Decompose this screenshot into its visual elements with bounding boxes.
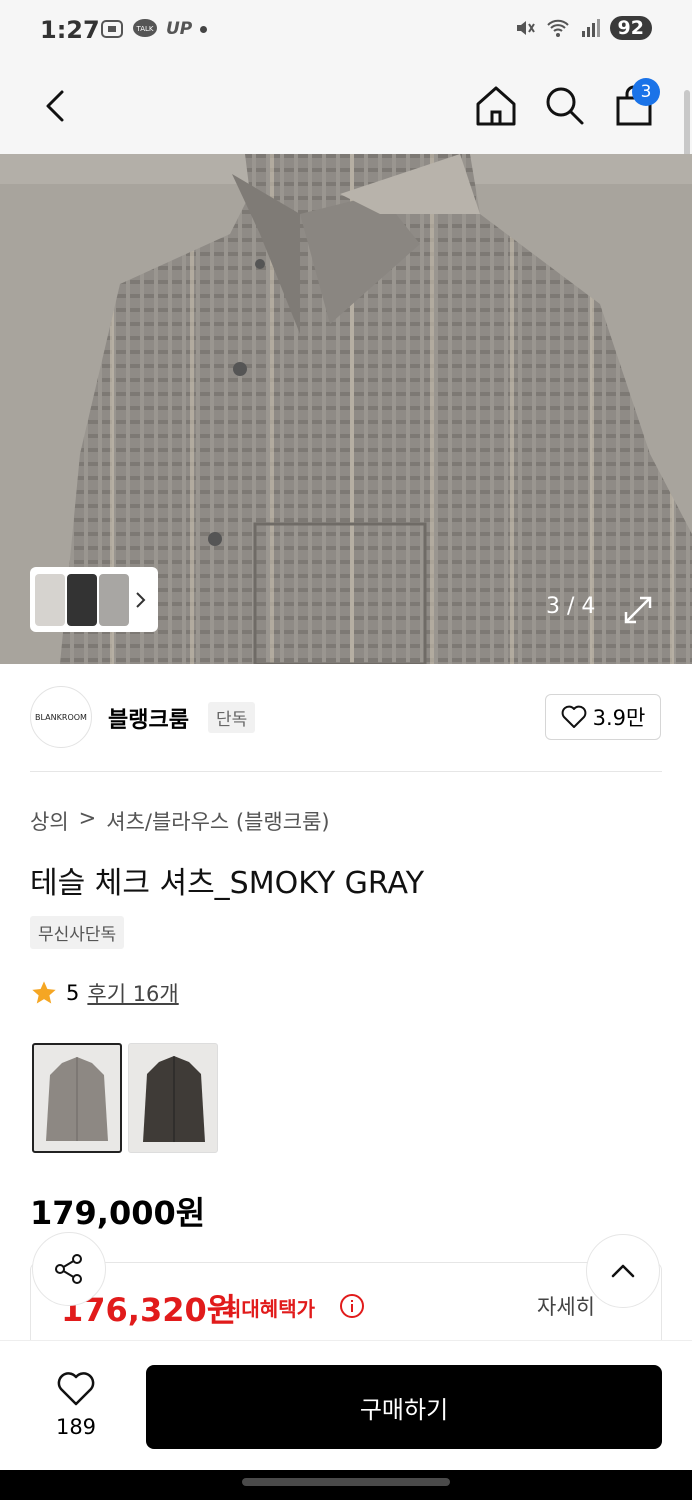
star-icon (32, 981, 56, 1004)
heart-outline-icon (561, 705, 587, 728)
gallery-counter: 3 / 4 (546, 594, 596, 619)
breadcrumb-level-1[interactable]: 상의 (30, 806, 69, 836)
status-time: 1:27 (40, 16, 100, 44)
variant-smoky-gray-image (46, 1057, 108, 1141)
system-nav-bar (0, 1470, 692, 1500)
signal-icon (581, 19, 600, 37)
gallery-thumb-1[interactable] (35, 573, 65, 626)
cart-count-badge: 3 (632, 78, 660, 106)
scroll-to-top-button[interactable] (586, 1234, 660, 1308)
battery-level: 92 (609, 16, 652, 40)
product-title: 테슬 체크 셔츠_SMOKY GRAY (30, 866, 425, 901)
share-button[interactable] (32, 1232, 106, 1306)
max-benefit-box[interactable]: 176,320원 최대혜택가 자세히 (30, 1262, 662, 1352)
breadcrumb-separator: > (78, 806, 97, 830)
brand-exclusive-tag: 단독 (208, 702, 256, 733)
brand-name[interactable]: 블랭크룸 (108, 702, 189, 734)
home-gesture-pill[interactable] (242, 1478, 450, 1486)
search-icon (546, 87, 584, 125)
fullscreen-button[interactable] (620, 592, 656, 628)
brand-row: BLANKROOM 블랭크룸 단독 3.9만 (30, 686, 662, 748)
status-right-icons: 92 (514, 16, 652, 40)
exclusive-badge: 무신사단독 (30, 916, 125, 949)
chevron-right-icon (136, 591, 146, 608)
notification-dot (200, 25, 208, 33)
home-button[interactable] (472, 82, 520, 130)
brand-like-count: 3.9만 (592, 706, 646, 730)
variant-smoky-gray[interactable] (32, 1043, 122, 1153)
talk-label: TALK (135, 25, 153, 33)
brand-logo-text: BLANKROOM (35, 712, 87, 722)
talk-icon: TALK (133, 19, 157, 37)
wishlist-count: 189 (55, 1415, 97, 1439)
section-divider (30, 771, 662, 772)
back-button[interactable] (36, 84, 76, 128)
max-benefit-label: 최대혜택가 (223, 1297, 315, 1321)
product-image-gallery[interactable]: 3 / 4 (0, 154, 692, 664)
screenshot-icon (101, 20, 123, 38)
gallery-thumb-2[interactable] (67, 573, 97, 626)
variant-charcoal-image (143, 1056, 205, 1142)
mute-icon (516, 21, 535, 35)
up-label: UP (166, 19, 193, 39)
wishlist-button[interactable]: 189 (40, 1371, 112, 1439)
bottom-purchase-bar: 189 구매하기 (0, 1340, 692, 1470)
status-bar: 1:27 TALK UP 92 (0, 0, 692, 62)
search-button[interactable] (540, 82, 588, 130)
top-app-bar (0, 62, 692, 154)
gallery-thumb-3[interactable] (99, 573, 129, 626)
brand-logo[interactable]: BLANKROOM (30, 686, 92, 748)
info-icon[interactable] (339, 1293, 365, 1319)
brand-like-button[interactable]: 3.9만 (545, 694, 661, 740)
home-icon (476, 86, 516, 126)
variant-charcoal[interactable] (128, 1043, 218, 1153)
heart-outline-icon (57, 1372, 95, 1406)
chevron-up-icon (611, 1264, 635, 1278)
rating-row: 5 후기 16개 (30, 978, 179, 1008)
wifi-icon (546, 19, 569, 37)
benefit-detail-link[interactable]: 자세히 (537, 1291, 595, 1321)
review-link[interactable]: 후기 16개 (87, 978, 178, 1008)
breadcrumb: 상의 > 셔츠/블라우스 (블랭크룸) (30, 806, 330, 836)
gallery-thumbnail-strip[interactable] (30, 567, 158, 632)
product-price: 179,000원 (30, 1194, 206, 1232)
back-arrow-icon (46, 90, 64, 122)
buy-button[interactable]: 구매하기 (146, 1365, 662, 1449)
breadcrumb-level-2[interactable]: 셔츠/블라우스 (블랭크룸) (106, 806, 329, 836)
share-icon (55, 1254, 82, 1284)
rating-value: 5 (66, 981, 80, 1005)
status-left-icons: TALK UP (100, 18, 208, 40)
expand-icon (624, 596, 652, 624)
